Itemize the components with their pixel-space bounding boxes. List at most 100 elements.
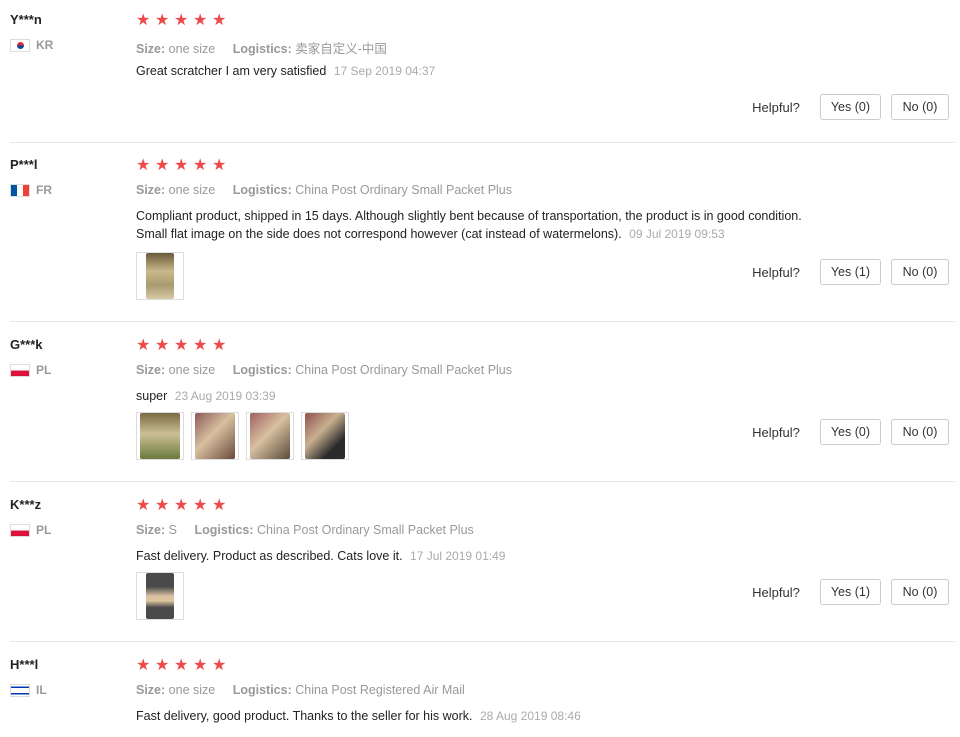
star-rating: ★ ★ ★ ★ ★ (136, 657, 231, 674)
size-value: one size (168, 183, 216, 197)
size-label: Size: (136, 523, 166, 537)
star-icon: ★ (212, 12, 227, 29)
review-photo-thumbnail[interactable] (301, 412, 349, 460)
review-attributes: Size: one size Logistics: China Post Ord… (136, 363, 526, 377)
star-icon: ★ (174, 337, 189, 354)
star-icon: ★ (174, 157, 189, 174)
star-icon: ★ (212, 337, 227, 354)
review-date: 17 Jul 2019 01:49 (410, 549, 506, 563)
star-icon: ★ (155, 657, 170, 674)
reviewer-country: IL (10, 683, 47, 697)
star-icon: ★ (193, 337, 208, 354)
star-icon: ★ (212, 657, 227, 674)
star-icon: ★ (174, 12, 189, 29)
vote-yes-button[interactable]: Yes (0) (819, 419, 881, 445)
star-icon: ★ (174, 657, 189, 674)
review-content: Compliant product, shipped in 15 days. A… (136, 207, 836, 243)
review-attributes: Size: one size Logistics: China Post Ord… (136, 183, 526, 197)
helpful-votes: Helpful? Yes (0) No (0) (752, 419, 949, 445)
star-icon: ★ (136, 497, 151, 514)
helpful-label: Helpful? (752, 264, 800, 280)
review-attributes: Size: S Logistics: China Post Ordinary S… (136, 523, 488, 537)
review-content: Great scratcher I am very satisfied 17 S… (136, 62, 836, 80)
country-code: IL (36, 683, 47, 697)
star-icon: ★ (174, 497, 189, 514)
size-value: one size (168, 42, 216, 56)
helpful-label: Helpful? (752, 99, 800, 115)
star-icon: ★ (155, 157, 170, 174)
logistics-label: Logistics: (232, 683, 292, 697)
review-photo-thumbnail[interactable] (136, 572, 184, 620)
vote-yes-button[interactable]: Yes (0) (819, 94, 881, 120)
review-photo-thumbnail[interactable] (191, 412, 239, 460)
size-label: Size: (136, 183, 166, 197)
size-value: one size (168, 363, 216, 377)
star-icon: ★ (136, 657, 151, 674)
review-attributes: Size: one size Logistics: China Post Reg… (136, 683, 479, 697)
review-photos (136, 412, 356, 460)
review-photo-thumbnail[interactable] (136, 412, 184, 460)
reviewer-country: KR (10, 38, 53, 52)
reviewer-name: H***l (10, 657, 39, 672)
flag-pl-icon (10, 523, 30, 537)
reviewer-name: P***l (10, 157, 38, 172)
logistics-label: Logistics: (232, 42, 292, 56)
star-icon: ★ (155, 337, 170, 354)
logistics-value: China Post Ordinary Small Packet Plus (257, 523, 474, 537)
helpful-label: Helpful? (752, 584, 800, 600)
flag-fr-icon (10, 183, 30, 197)
logistics-value: 卖家自定义-中国 (295, 42, 387, 56)
review-item: K***z PL ★ ★ ★ ★ ★ Size: S Logistics: China … (10, 497, 955, 642)
size-label: Size: (136, 683, 166, 697)
vote-no-button[interactable]: No (0) (891, 579, 949, 605)
reviewer-country: FR (10, 183, 52, 197)
logistics-label: Logistics: (194, 523, 254, 537)
size-label: Size: (136, 42, 166, 56)
size-value: one size (168, 683, 216, 697)
star-icon: ★ (193, 497, 208, 514)
helpful-label: Helpful? (752, 424, 800, 440)
review-date: 23 Aug 2019 03:39 (174, 389, 276, 403)
vote-no-button[interactable]: No (0) (891, 94, 949, 120)
star-rating: ★ ★ ★ ★ ★ (136, 337, 231, 354)
star-rating: ★ ★ ★ ★ ★ (136, 497, 231, 514)
size-label: Size: (136, 363, 166, 377)
review-date: 28 Aug 2019 08:46 (479, 709, 581, 723)
review-content: Fast delivery. Product as described. Cat… (136, 547, 836, 565)
reviewer-name: G***k (10, 337, 43, 352)
review-text: Fast delivery. Product as described. Cat… (136, 549, 403, 563)
review-content: Fast delivery, good product. Thanks to t… (136, 707, 836, 725)
logistics-label: Logistics: (232, 363, 292, 377)
star-icon: ★ (136, 12, 151, 29)
logistics-value: China Post Registered Air Mail (295, 683, 465, 697)
reviewer-name: K***z (10, 497, 42, 512)
review-photos (136, 572, 191, 620)
star-icon: ★ (212, 157, 227, 174)
star-icon: ★ (193, 157, 208, 174)
review-text: Fast delivery, good product. Thanks to t… (136, 709, 473, 723)
reviewer-name: Y***n (10, 12, 42, 27)
star-icon: ★ (212, 497, 227, 514)
vote-yes-button[interactable]: Yes (1) (819, 579, 881, 605)
flag-pl-icon (10, 363, 30, 377)
vote-yes-button[interactable]: Yes (1) (819, 259, 881, 285)
star-icon: ★ (193, 12, 208, 29)
helpful-votes: Helpful? Yes (1) No (0) (752, 579, 949, 605)
logistics-label: Logistics: (232, 183, 292, 197)
review-photos (136, 252, 191, 300)
review-item: P***l FR ★ ★ ★ ★ ★ Size: one size Logistics:… (10, 157, 955, 322)
review-photo-thumbnail[interactable] (136, 252, 184, 300)
review-attributes: Size: one size Logistics: 卖家自定义-中国 (136, 38, 401, 57)
star-rating: ★ ★ ★ ★ ★ (136, 157, 231, 174)
vote-no-button[interactable]: No (0) (891, 419, 949, 445)
review-item: G***k PL ★ ★ ★ ★ ★ Size: one size Logistics:… (10, 337, 955, 482)
review-photo-thumbnail[interactable] (246, 412, 294, 460)
flag-kr-icon (10, 38, 30, 52)
size-value: S (168, 523, 178, 537)
review-text: Great scratcher I am very satisfied (136, 64, 327, 78)
star-icon: ★ (136, 337, 151, 354)
vote-no-button[interactable]: No (0) (891, 259, 949, 285)
review-content: super 23 Aug 2019 03:39 (136, 387, 836, 405)
helpful-votes: Helpful? Yes (1) No (0) (752, 259, 949, 285)
country-code: FR (36, 183, 52, 197)
